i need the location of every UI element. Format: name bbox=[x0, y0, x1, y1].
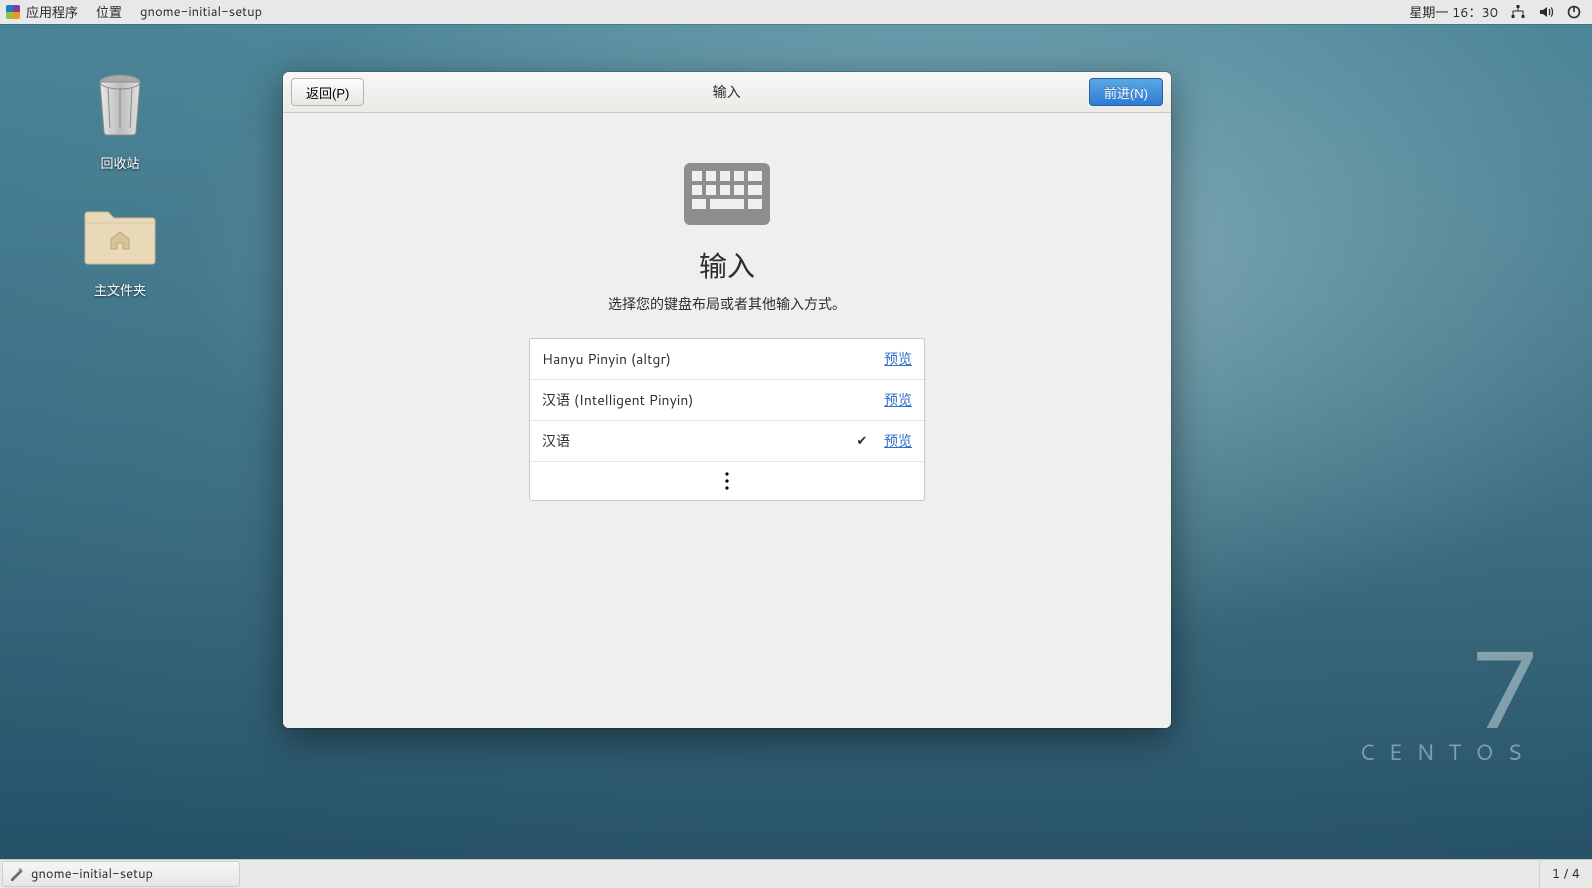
dialog-header: 返回(P) 输入 前进(N) bbox=[283, 72, 1171, 113]
initial-setup-window: 返回(P) 输入 前进(N) 输入 选择您的键盘布局或者其他输入方式。 Hany… bbox=[283, 72, 1171, 728]
applications-menu[interactable]: 应用程序 bbox=[6, 2, 78, 22]
active-app-menu[interactable]: gnome-initial-setup bbox=[140, 3, 262, 21]
power-icon[interactable] bbox=[1566, 4, 1582, 20]
network-icon[interactable] bbox=[1510, 4, 1526, 20]
desktop-icon-trash[interactable]: 回收站 bbox=[60, 70, 180, 173]
next-button[interactable]: 前进(N) bbox=[1089, 78, 1163, 106]
home-folder-icon bbox=[81, 205, 159, 267]
layout-preview-link[interactable]: 预览 bbox=[884, 349, 912, 369]
desktop-icon-trash-label: 回收站 bbox=[60, 153, 180, 173]
preferences-icon bbox=[9, 866, 25, 882]
more-layouts-button[interactable] bbox=[530, 462, 924, 500]
applications-menu-label: 应用程序 bbox=[26, 4, 78, 22]
trash-icon bbox=[92, 70, 148, 140]
layout-row[interactable]: 汉语 ✔ 预览 bbox=[530, 421, 924, 462]
layout-name: Hanyu Pinyin (altgr) bbox=[542, 349, 852, 369]
layout-row[interactable]: Hanyu Pinyin (altgr) 预览 bbox=[530, 339, 924, 380]
volume-icon[interactable] bbox=[1538, 4, 1554, 20]
layout-row[interactable]: 汉语 (Intelligent Pinyin) 预览 bbox=[530, 380, 924, 421]
panel-clock[interactable]: 星期一 16：30 bbox=[1409, 2, 1498, 22]
layout-name: 汉语 (Intelligent Pinyin) bbox=[542, 390, 852, 410]
desktop-icon-home-label: 主文件夹 bbox=[60, 280, 180, 300]
centos-logo-icon bbox=[6, 5, 20, 19]
vertical-dots-icon bbox=[725, 472, 729, 490]
taskbar-item[interactable]: gnome-initial-setup bbox=[2, 861, 240, 887]
back-button[interactable]: 返回(P) bbox=[291, 78, 364, 106]
desktop-icon-home[interactable]: 主文件夹 bbox=[60, 205, 180, 300]
page-subtitle: 选择您的键盘布局或者其他输入方式。 bbox=[608, 294, 846, 314]
places-menu[interactable]: 位置 bbox=[96, 2, 122, 22]
bottom-panel: gnome-initial-setup 1 / 4 bbox=[0, 859, 1592, 888]
taskbar-item-label: gnome-initial-setup bbox=[31, 865, 153, 883]
layout-preview-link[interactable]: 预览 bbox=[884, 431, 912, 451]
layout-preview-link[interactable]: 预览 bbox=[884, 390, 912, 410]
keyboard-icon bbox=[682, 161, 772, 227]
layout-name: 汉语 bbox=[542, 431, 852, 451]
page-heading: 输入 bbox=[699, 245, 755, 286]
top-panel: 应用程序 位置 gnome-initial-setup 星期一 16：30 bbox=[0, 0, 1592, 24]
workspace-indicator[interactable]: 1 / 4 bbox=[1539, 860, 1592, 888]
layout-check-icon: ✔ bbox=[852, 432, 872, 450]
dialog-title: 输入 bbox=[364, 82, 1089, 102]
dialog-body: 输入 选择您的键盘布局或者其他输入方式。 Hanyu Pinyin (altgr… bbox=[283, 113, 1171, 728]
keyboard-layout-list: Hanyu Pinyin (altgr) 预览 汉语 (Intelligent … bbox=[529, 338, 925, 501]
